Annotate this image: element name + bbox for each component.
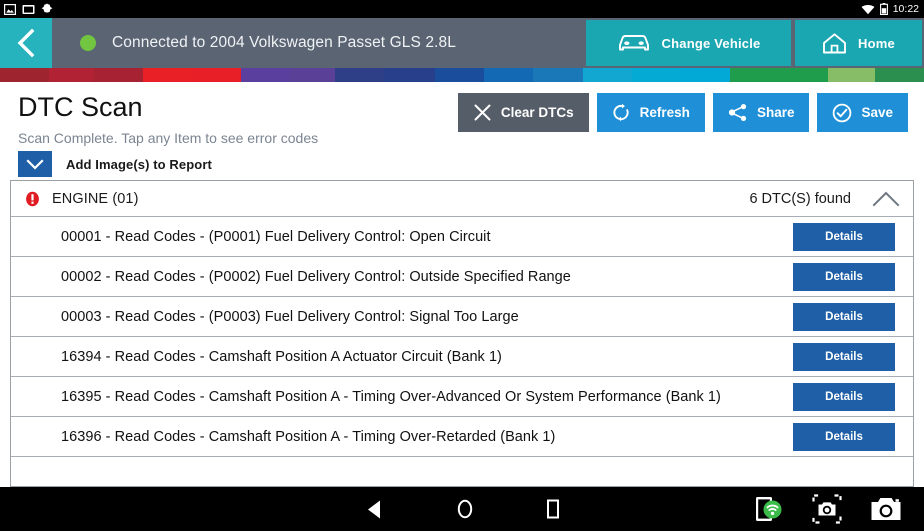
add-image-expand-button[interactable] [18,151,52,177]
dtc-row[interactable]: 00001 - Read Codes - (P0001) Fuel Delive… [11,217,913,257]
image-icon [4,3,16,15]
stripe-segment [49,68,94,82]
add-image-label: Add Image(s) to Report [66,156,212,172]
bluetooth-icon [41,3,53,13]
clear-dtcs-button[interactable]: Clear DTCs [457,93,589,132]
home-button[interactable]: Home [795,20,922,66]
page-subtitle: Scan Complete. Tap any Item to see error… [18,130,319,146]
status-bar-left-icons [4,3,53,15]
chevron-left-icon [17,28,35,58]
dtc-row-text: 16394 - Read Codes - Camshaft Position A… [61,348,502,365]
stripe-segment [828,68,875,82]
dtc-details-button[interactable]: Details [793,222,895,251]
home-circle-icon[interactable] [456,498,474,520]
dtc-details-button[interactable]: Details [793,342,895,371]
app-screen: 10:22 Connected to 2004 Volkswagen Passe… [0,0,924,531]
dtc-list-tail [11,457,913,474]
dtc-row[interactable]: 16394 - Read Codes - Camshaft Position A… [11,337,913,377]
dtc-group-header-engine[interactable]: ENGINE (01) 6 DTC(S) found [11,181,913,217]
recents-square-icon[interactable] [546,499,560,519]
stripe-segment [93,68,143,82]
stripe-segment [729,68,780,82]
android-nav-bar [0,487,924,531]
stripe-segment [680,68,730,82]
chevron-down-icon [26,158,44,170]
change-vehicle-button[interactable]: Change Vehicle [586,20,791,66]
status-bar-time: 10:22 [892,3,919,15]
stripe-segment [384,68,436,82]
dtc-row-text: 16395 - Read Codes - Camshaft Position A… [61,388,721,405]
stripe-segment [874,68,924,82]
stripe-segment [779,68,829,82]
dtc-details-button[interactable]: Details [793,262,895,291]
dtc-row[interactable]: 00003 - Read Codes - (P0003) Fuel Delive… [11,297,913,337]
dtc-details-button[interactable]: Details [793,382,895,411]
stripe-segment [335,68,385,82]
dtc-group-count: 6 DTC(S) found [749,190,851,207]
page-header: DTC Scan Scan Complete. Tap any Item to … [0,82,924,177]
dtc-group-name: ENGINE (01) [52,190,139,207]
stripe-segment [192,68,242,82]
stripe-segment [435,68,485,82]
dtc-details-button[interactable]: Details [793,302,895,331]
dtc-list-panel: ENGINE (01) 6 DTC(S) found 00001 - Read … [10,180,914,487]
color-stripe [0,68,924,82]
share-icon [728,104,747,121]
dtc-row-text: 00003 - Read Codes - (P0003) Fuel Delive… [61,308,519,325]
stripe-segment [241,68,291,82]
app-header: Connected to 2004 Volkswagen Passet GLS … [0,18,924,68]
close-x-icon [474,104,491,121]
page-actions: Clear DTCs Refresh Share Save [457,90,908,132]
dtc-row[interactable]: 00002 - Read Codes - (P0002) Fuel Delive… [11,257,913,297]
connection-status: Connected to 2004 Volkswagen Passet GLS … [52,18,586,68]
home-label: Home [858,35,895,51]
screenshot-capture-icon[interactable] [812,494,842,524]
phone-wifi-icon[interactable] [754,494,784,524]
dtc-row[interactable]: 16396 - Read Codes - Camshaft Position A… [11,417,913,457]
share-button[interactable]: Share [712,93,810,132]
refresh-button[interactable]: Refresh [596,93,705,132]
battery-icon [879,3,888,15]
dtc-rows: 00001 - Read Codes - (P0001) Fuel Delive… [11,217,913,486]
stripe-segment [0,68,50,82]
page-title: DTC Scan [18,92,143,122]
connection-status-label: Connected to 2004 Volkswagen Passet GLS … [112,34,456,51]
stripe-segment [533,68,583,82]
chevron-up-icon[interactable] [871,190,901,208]
save-button[interactable]: Save [817,93,908,132]
dtc-row[interactable]: 16395 - Read Codes - Camshaft Position A… [11,377,913,417]
dtc-row-text: 00001 - Read Codes - (P0001) Fuel Delive… [61,228,491,245]
wifi-icon [861,4,875,14]
change-vehicle-label: Change Vehicle [661,35,761,51]
stripe-segment [142,68,193,82]
stripe-segment [290,68,336,82]
clear-dtcs-label: Clear DTCs [500,105,574,120]
home-icon [823,32,846,53]
check-circle-icon [833,103,852,122]
dtc-row-text: 00002 - Read Codes - (P0002) Fuel Delive… [61,268,571,285]
status-bar-right-icons: 10:22 [861,0,919,18]
refresh-label: Refresh [639,105,690,120]
stripe-segment [631,68,681,82]
connection-status-dot [80,35,96,51]
error-exclamation-icon [26,191,39,206]
back-triangle-icon[interactable] [365,499,384,520]
stripe-segment [582,68,632,82]
stripe-segment [484,68,534,82]
camera-icon[interactable] [870,495,902,523]
android-status-bar: 10:22 [0,0,924,18]
share-label: Share [756,105,795,120]
dtc-details-button[interactable]: Details [793,422,895,451]
refresh-icon [613,103,629,122]
dtc-row-text: 16396 - Read Codes - Camshaft Position A… [61,428,556,445]
back-button[interactable] [0,18,52,68]
screenshot-icon [22,4,35,14]
save-label: Save [861,105,893,120]
car-icon [618,35,649,51]
add-image-to-report[interactable]: Add Image(s) to Report [18,151,924,177]
